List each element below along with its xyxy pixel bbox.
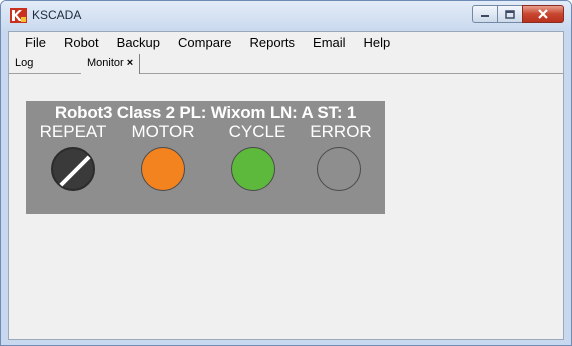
tab-monitor-label: Monitor (87, 57, 124, 69)
repeat-selector-knob[interactable] (51, 147, 95, 191)
app-window: KSCADA File Robot Backup Compare Reports… (0, 0, 572, 346)
motor-indicator-light (141, 147, 185, 191)
monitor-content: Robot3 Class 2 PL: Wixom LN: A ST: 1 REP… (9, 74, 563, 339)
window-controls (472, 5, 564, 24)
menu-robot[interactable]: Robot (55, 32, 108, 54)
client-area: File Robot Backup Compare Reports Email … (8, 31, 564, 340)
maximize-button[interactable] (497, 5, 523, 23)
menu-backup[interactable]: Backup (108, 32, 169, 54)
close-button[interactable] (522, 5, 564, 23)
robot-title: Robot3 Class 2 PL: Wixom LN: A ST: 1 (54, 103, 357, 122)
cycle-label: CYCLE (228, 122, 286, 141)
menu-bar: File Robot Backup Compare Reports Email … (9, 32, 563, 54)
menu-email[interactable]: Email (304, 32, 355, 54)
menu-help[interactable]: Help (355, 32, 400, 54)
kscada-logo-icon (10, 8, 27, 23)
minimize-icon (481, 15, 489, 17)
maximize-icon (505, 9, 515, 19)
error-label: ERROR (310, 122, 372, 141)
menu-file[interactable]: File (9, 32, 55, 54)
cycle-indicator-light (231, 147, 275, 191)
motor-label: MOTOR (131, 122, 195, 141)
minimize-button[interactable] (472, 5, 498, 23)
tab-close-icon[interactable]: × (127, 57, 133, 69)
menu-reports[interactable]: Reports (241, 32, 305, 54)
robot-status-panel: Robot3 Class 2 PL: Wixom LN: A ST: 1 REP… (26, 101, 385, 214)
tab-monitor[interactable]: Monitor × (81, 54, 141, 74)
menu-compare[interactable]: Compare (169, 32, 240, 54)
error-indicator-light (317, 147, 361, 191)
tab-log[interactable]: Log (15, 54, 33, 74)
close-icon (538, 9, 548, 19)
knob-pointer (59, 155, 91, 187)
tab-bar: Log Monitor × (9, 54, 563, 74)
title-bar[interactable]: KSCADA (1, 1, 571, 31)
window-title: KSCADA (32, 8, 82, 22)
repeat-label: REPEAT (39, 122, 107, 141)
